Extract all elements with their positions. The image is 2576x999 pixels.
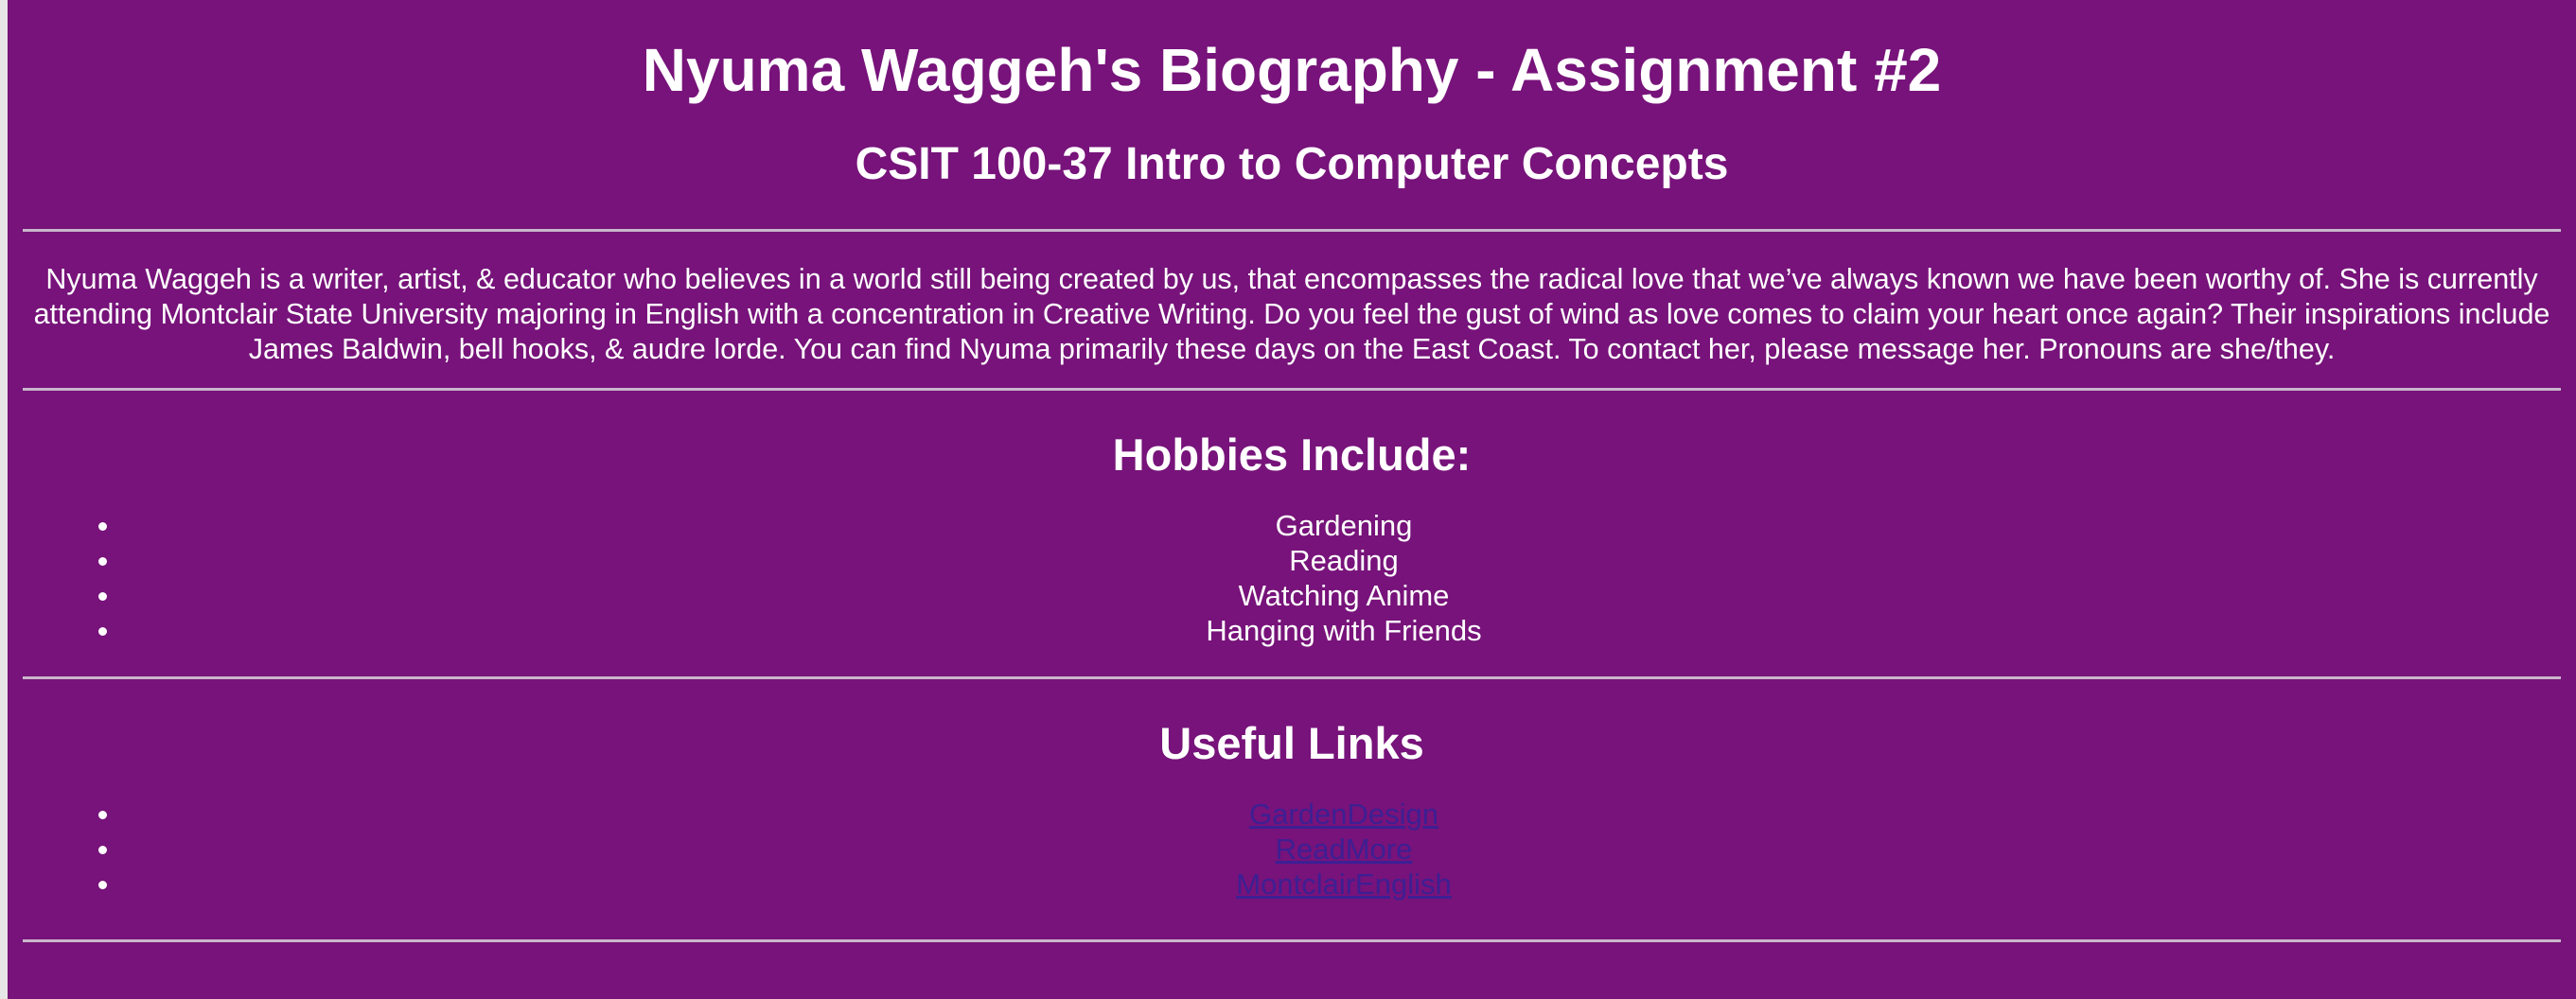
hobby-label: Watching Anime <box>1238 579 1450 612</box>
page-body: Nyuma Waggeh's Biography - Assignment #2… <box>8 0 2576 999</box>
list-item: MontclairEnglish <box>8 867 2576 902</box>
links-heading: Useful Links <box>1159 718 1424 768</box>
bullet-icon <box>98 592 107 601</box>
bullet-icon <box>98 627 107 636</box>
links-list: GardenDesign ReadMore MontclairEnglish <box>8 797 2576 902</box>
page-title: Nyuma Waggeh's Biography - Assignment #2 <box>642 36 1942 104</box>
link-read-more[interactable]: ReadMore <box>1276 832 1413 866</box>
divider <box>23 939 2561 942</box>
hobbies-list: Gardening Reading Watching Anime Hanging… <box>8 508 2576 648</box>
list-item: ReadMore <box>8 832 2576 867</box>
bio-paragraph: Nyuma Waggeh is a writer, artist, & educ… <box>33 263 2550 365</box>
list-item: Gardening <box>8 508 2576 543</box>
bullet-icon <box>98 557 107 566</box>
list-item: Hanging with Friends <box>8 613 2576 648</box>
list-item: Reading <box>8 543 2576 578</box>
bullet-icon <box>98 811 107 819</box>
link-montclair-english[interactable]: MontclairEnglish <box>1236 868 1451 901</box>
bullet-icon <box>98 881 107 889</box>
bullet-icon <box>98 846 107 854</box>
bullet-icon <box>98 522 107 531</box>
divider <box>23 388 2561 391</box>
page-subtitle: CSIT 100-37 Intro to Computer Concepts <box>855 139 1729 189</box>
link-garden-design[interactable]: GardenDesign <box>1249 797 1438 831</box>
divider <box>23 229 2561 232</box>
hobby-label: Hanging with Friends <box>1206 614 1482 647</box>
hobby-label: Gardening <box>1275 509 1413 542</box>
hobbies-heading: Hobbies Include: <box>1112 429 1472 480</box>
hobby-label: Reading <box>1289 544 1399 577</box>
list-item: Watching Anime <box>8 578 2576 613</box>
divider <box>23 676 2561 679</box>
list-item: GardenDesign <box>8 797 2576 832</box>
